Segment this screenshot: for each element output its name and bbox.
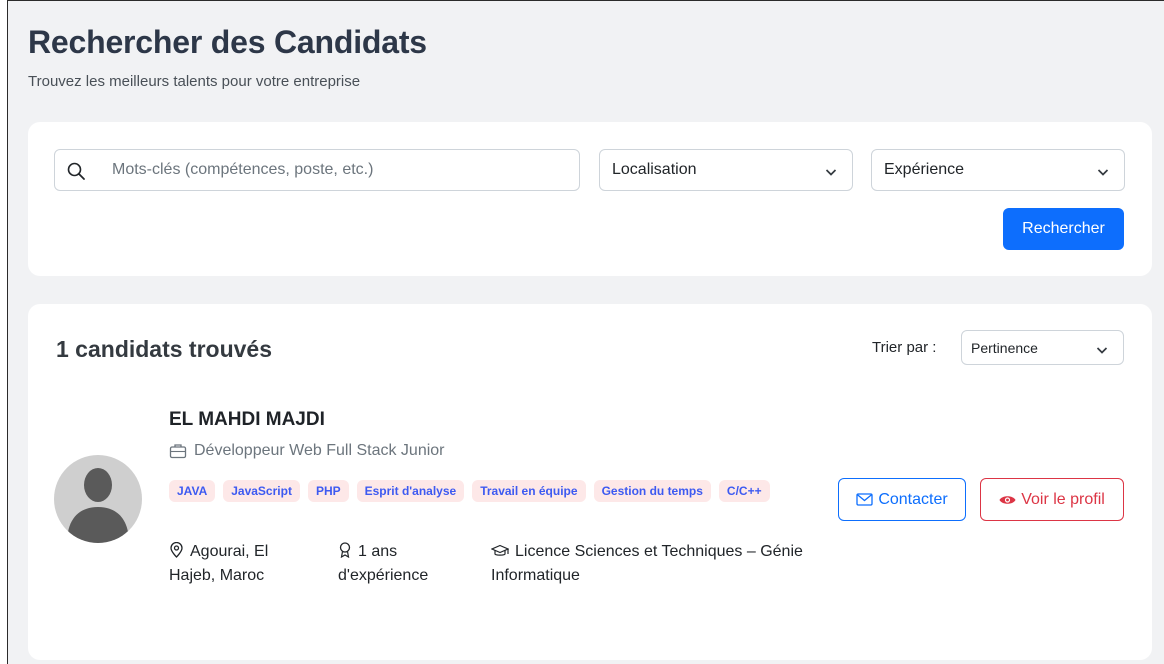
location-select[interactable]: Localisation <box>599 149 853 191</box>
candidate-name[interactable]: EL MAHDI MAJDI <box>169 409 325 431</box>
skills-tags: JAVA JavaScript PHP Esprit d'analyse Tra… <box>169 480 799 502</box>
search-panel: Localisation Expérience Rechercher <box>28 122 1152 276</box>
experience-select[interactable]: Expérience <box>871 149 1125 191</box>
sort-select[interactable]: Pertinence <box>961 330 1124 365</box>
candidate-role-text: Développeur Web Full Stack Junior <box>194 442 445 459</box>
graduation-cap-icon <box>491 544 509 556</box>
skill-tag: Esprit d'analyse <box>356 480 465 502</box>
candidate-education-text: Licence Sciences et Techniques – Génie I… <box>491 543 803 584</box>
candidate-role: Développeur Web Full Stack Junior <box>169 442 445 460</box>
keywords-input[interactable] <box>112 150 572 190</box>
candidate-location: Agourai, El Hajeb, Maroc <box>169 540 299 588</box>
view-profile-button[interactable]: Voir le profil <box>980 478 1124 521</box>
contact-button-label: Contacter <box>878 490 948 508</box>
sort-label: Trier par : <box>872 339 937 356</box>
chevron-down-icon <box>825 165 837 177</box>
sort-select-value: Pertinence <box>971 340 1038 356</box>
chevron-down-icon <box>1097 165 1109 177</box>
briefcase-icon <box>169 444 187 459</box>
page-title: Rechercher des Candidats <box>28 24 427 60</box>
search-icon <box>66 161 86 181</box>
envelope-icon <box>856 493 873 506</box>
skill-tag: JavaScript <box>223 480 300 502</box>
skill-tag: JAVA <box>169 480 216 502</box>
skill-tag: Gestion du temps <box>593 480 711 502</box>
eye-icon <box>999 495 1016 504</box>
candidate-experience: 1 ans d'expérience <box>338 540 468 588</box>
contact-button[interactable]: Contacter <box>838 478 966 521</box>
search-button[interactable]: Rechercher <box>1003 208 1124 250</box>
results-count-title: 1 candidats trouvés <box>56 336 273 362</box>
avatar-icon <box>54 455 142 543</box>
candidate-education: Licence Sciences et Techniques – Génie I… <box>491 540 811 588</box>
location-select-value: Localisation <box>612 161 697 178</box>
skill-tag: C/C++ <box>718 480 770 502</box>
page-subtitle: Trouvez les meilleurs talents pour votre… <box>28 73 361 90</box>
window-border-top <box>0 0 1164 1</box>
experience-select-value: Expérience <box>884 161 965 178</box>
map-pin-icon <box>170 542 183 558</box>
skill-tag: PHP <box>307 480 349 502</box>
view-profile-button-label: Voir le profil <box>1021 490 1105 508</box>
award-icon <box>339 542 351 558</box>
chevron-down-icon <box>1096 343 1108 355</box>
results-panel: 1 candidats trouvés Trier par : Pertinen… <box>28 304 1152 660</box>
skill-tag: Travail en équipe <box>472 480 586 502</box>
window-border-left <box>0 0 8 664</box>
keywords-search-box[interactable] <box>54 149 580 191</box>
